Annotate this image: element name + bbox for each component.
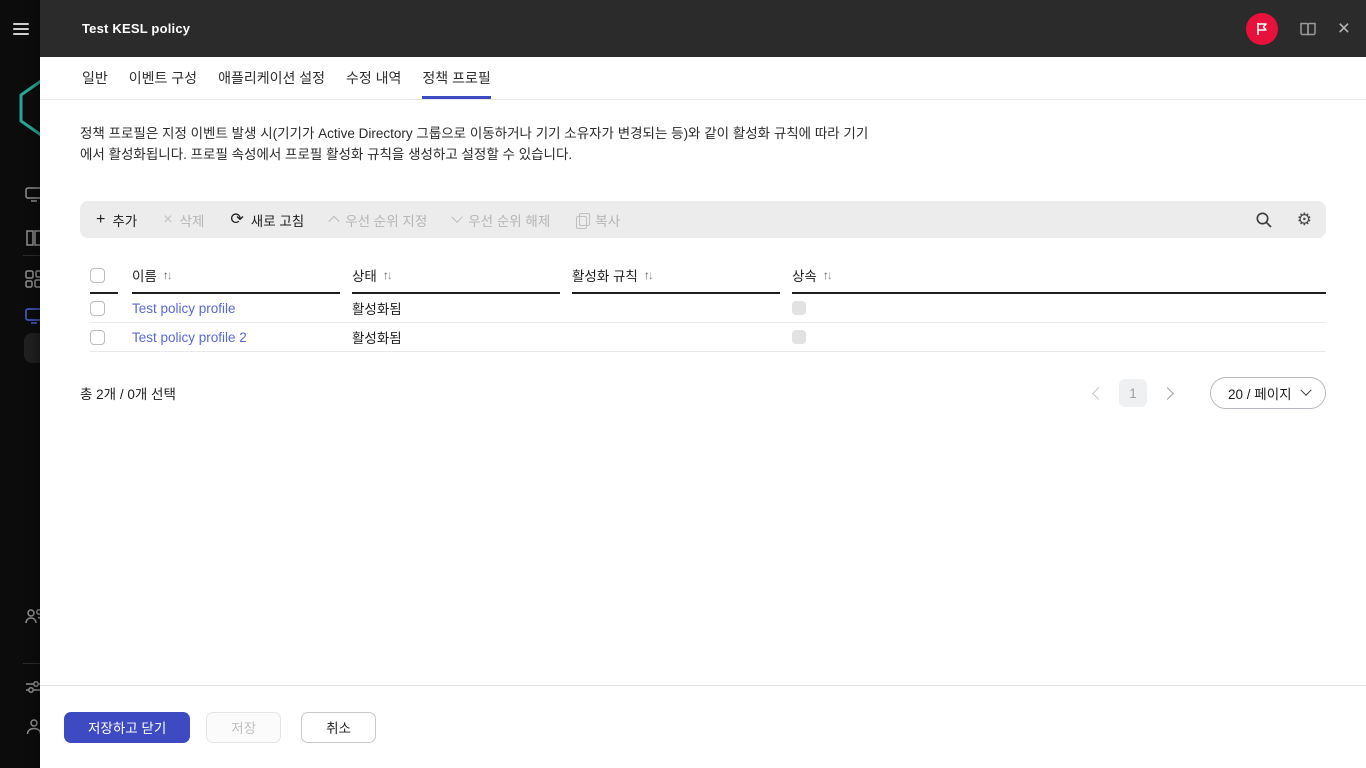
tab-revision-history[interactable]: 수정 내역 <box>346 57 401 99</box>
chevron-up-icon <box>329 215 340 226</box>
menu-icon[interactable] <box>13 23 29 35</box>
sort-icon: ↑↓ <box>163 268 171 282</box>
dialog-tabs: 일반 이벤트 구성 애플리케이션 설정 수정 내역 정책 프로필 <box>40 57 1366 100</box>
help-book-button[interactable] <box>1298 19 1318 39</box>
prioritize-button[interactable]: 우선 순위 지정 <box>330 210 427 230</box>
column-header-activation-rule[interactable]: 활성화 규칙 ↑↓ <box>572 258 780 294</box>
previous-page-icon[interactable] <box>1092 387 1105 400</box>
dialog-title: Test KESL policy <box>82 21 190 36</box>
page-size-select[interactable]: 20 / 페이지 <box>1210 377 1326 409</box>
monitoring-icon[interactable] <box>23 183 40 205</box>
tab-general[interactable]: 일반 <box>82 57 108 99</box>
tab-event-configuration[interactable]: 이벤트 구성 <box>129 57 197 99</box>
chevron-down-icon <box>1300 385 1311 396</box>
tab-content: 정책 프로필은 지정 이벤트 발생 시(기기가 Active Directory… <box>40 100 1366 685</box>
reports-icon[interactable] <box>23 227 40 249</box>
flag-icon <box>1253 20 1270 37</box>
row-checkbox[interactable] <box>90 330 105 345</box>
close-icon[interactable]: × <box>1338 18 1350 39</box>
select-all-checkbox[interactable] <box>90 268 105 283</box>
cancel-button[interactable]: 취소 <box>301 712 376 743</box>
gear-icon: ⚙ <box>1297 211 1312 228</box>
dialog-actions: 저장하고 닫기 저장 취소 <box>40 685 1366 768</box>
copy-button[interactable]: 복사 <box>576 210 620 230</box>
sort-icon: ↑↓ <box>383 268 391 282</box>
profile-link[interactable]: Test policy profile <box>132 301 236 316</box>
next-page-icon[interactable] <box>1161 387 1174 400</box>
profiles-table: 이름 ↑↓ 상태 ↑↓ 활성화 규칙 ↑↓ 상속 ↑↓ Test po <box>90 258 1326 352</box>
whats-new-button[interactable] <box>1246 13 1278 45</box>
description-line-1: 정책 프로필은 지정 이벤트 발생 시(기기가 Active Directory… <box>80 126 868 141</box>
search-icon <box>1255 211 1273 229</box>
delete-icon: × <box>163 212 172 228</box>
profile-status: 활성화됨 <box>352 298 560 318</box>
description-line-2: 에서 활성화됩니다. 프로필 속성에서 프로필 활성화 규칙을 생성하고 설정할… <box>80 147 572 162</box>
copy-icon <box>576 213 588 227</box>
inherited-checkbox-disabled <box>792 330 806 344</box>
columns-settings-button[interactable]: ⚙ <box>1297 211 1312 228</box>
refresh-icon: ⟳ <box>230 212 243 228</box>
search-button[interactable] <box>1255 211 1273 229</box>
add-button[interactable]: + 추가 <box>96 210 137 230</box>
devices-icon[interactable] <box>23 305 40 327</box>
sort-icon: ↑↓ <box>644 268 652 282</box>
table-row: Test policy profile 활성화됨 <box>90 294 1326 323</box>
dialog-titlebar: Test KESL policy × <box>40 0 1366 57</box>
table-row: Test policy profile 2 활성화됨 <box>90 323 1326 352</box>
tab-application-settings[interactable]: 애플리케이션 설정 <box>218 57 325 99</box>
page-size-value: 20 / 페이지 <box>1228 383 1292 403</box>
save-button[interactable]: 저장 <box>206 712 281 743</box>
assets-icon[interactable] <box>23 268 40 290</box>
column-header-name[interactable]: 이름 ↑↓ <box>132 258 340 294</box>
profile-status: 활성화됨 <box>352 327 560 347</box>
profile-link[interactable]: Test policy profile 2 <box>132 330 247 345</box>
sidebar-divider <box>23 663 40 664</box>
page-number[interactable]: 1 <box>1119 379 1147 407</box>
inherited-checkbox-disabled <box>792 301 806 315</box>
chevron-down-icon <box>452 211 463 222</box>
policy-dialog: Test KESL policy × 일반 이벤트 구성 애플리케이션 설정 수… <box>40 0 1366 768</box>
policy-profile-description: 정책 프로필은 지정 이벤트 발생 시(기기가 Active Directory… <box>80 123 1326 165</box>
selection-summary: 총 2개 / 0개 선택 <box>80 383 176 403</box>
row-checkbox[interactable] <box>90 301 105 316</box>
sidebar-selected-item[interactable] <box>24 333 40 363</box>
column-header-inherited[interactable]: 상속 ↑↓ <box>792 258 1326 294</box>
table-footer: 총 2개 / 0개 선택 1 20 / 페이지 <box>80 377 1326 409</box>
refresh-button[interactable]: ⟳ 새로 고침 <box>230 210 304 230</box>
account-icon[interactable] <box>23 716 40 738</box>
table-header-row: 이름 ↑↓ 상태 ↑↓ 활성화 규칙 ↑↓ 상속 ↑↓ <box>90 258 1326 294</box>
column-header-status[interactable]: 상태 ↑↓ <box>352 258 560 294</box>
save-and-close-button[interactable]: 저장하고 닫기 <box>64 712 190 743</box>
app-sidebar <box>0 0 40 768</box>
kaspersky-logo-icon <box>14 78 40 138</box>
sort-icon: ↑↓ <box>823 268 831 282</box>
plus-icon: + <box>96 212 105 228</box>
book-icon <box>1298 19 1318 39</box>
settings-sliders-icon[interactable] <box>23 676 40 698</box>
delete-button[interactable]: × 삭제 <box>163 210 204 230</box>
users-icon[interactable] <box>23 605 40 627</box>
deprioritize-button[interactable]: 우선 순위 해제 <box>453 210 550 230</box>
profiles-toolbar: + 추가 × 삭제 ⟳ 새로 고침 우선 순위 지정 우선 순위 해제 복사 <box>80 201 1326 238</box>
tab-policy-profiles[interactable]: 정책 프로필 <box>422 57 490 99</box>
sidebar-divider <box>23 255 40 256</box>
